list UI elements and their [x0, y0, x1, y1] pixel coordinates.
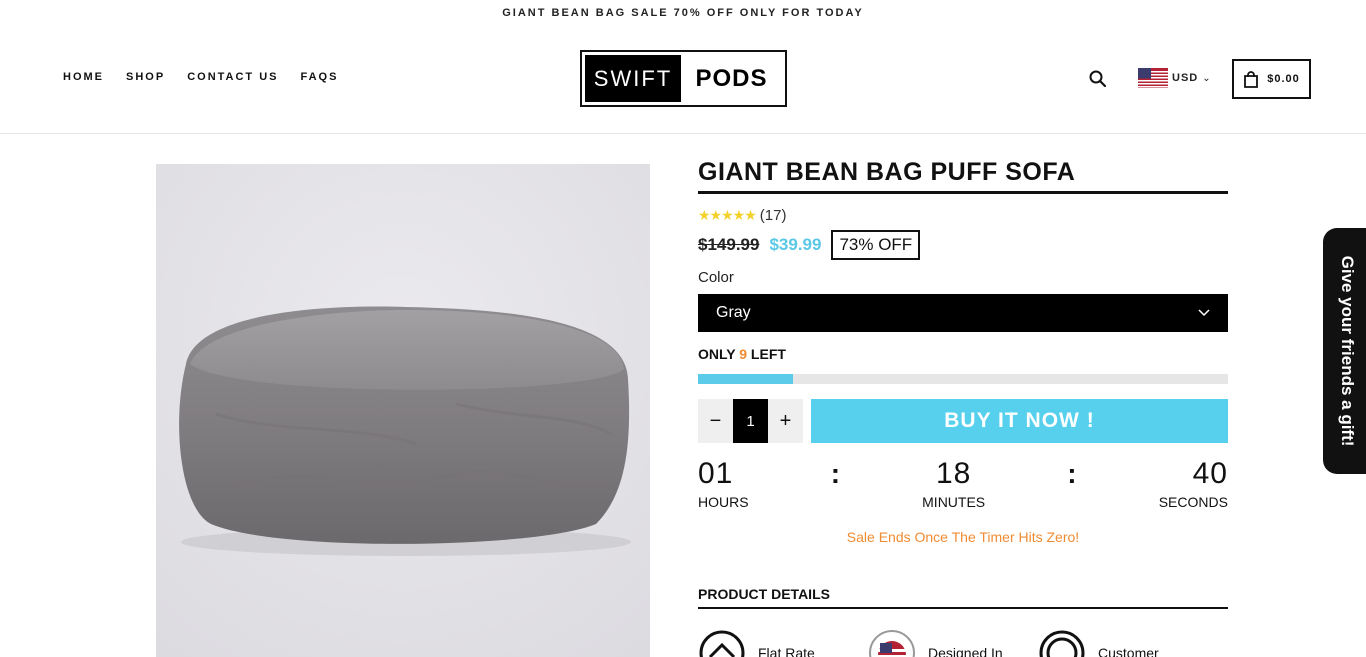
logo-part-pods: PODS — [695, 64, 768, 92]
made-in-usa-badge-icon — [869, 630, 915, 657]
timer-separator: : — [1067, 458, 1077, 489]
sale-note: Sale Ends Once The Timer Hits Zero! — [846, 529, 1080, 545]
timer-hours-value: 01 — [698, 457, 734, 490]
sale-price: $39.99 — [769, 235, 822, 254]
product-title: GIANT BEAN BAG PUFF SOFA — [698, 156, 1228, 194]
nav-contact[interactable]: CONTACT US — [187, 71, 278, 83]
customer-support-icon — [1039, 630, 1085, 657]
countdown-timer: 01 HOURS : 18 MINUTES : 40 SECONDS — [698, 457, 1228, 517]
timer-hours: 01 HOURS — [698, 457, 749, 510]
timer-minutes: 18 MINUTES — [922, 457, 985, 510]
color-select[interactable]: Gray — [698, 294, 1228, 332]
search-icon[interactable] — [1088, 69, 1108, 89]
currency-selector[interactable]: USD ⌄ — [1138, 68, 1211, 88]
logo-part-swift: SWIFT — [585, 55, 681, 102]
product-details-heading: PRODUCT DETAILS — [698, 586, 1228, 609]
cart-total: $0.00 — [1267, 73, 1300, 85]
chevron-down-icon: ⌄ — [1202, 72, 1211, 84]
quantity-increase-button[interactable]: + — [768, 399, 803, 443]
stock-progress-fill — [698, 374, 794, 384]
site-header: HOME SHOP CONTACT US FAQS SWIFT PODS USD… — [0, 26, 1366, 134]
feature-label: Designed In — [928, 645, 1003, 657]
feature-item: Customer — [1038, 629, 1208, 657]
quantity-decrease-button[interactable]: − — [698, 399, 733, 443]
original-price: $149.99 — [698, 235, 760, 254]
timer-seconds-label: SECONDS — [1158, 494, 1228, 510]
timer-minutes-value: 18 — [935, 457, 972, 490]
timer-separator: : — [830, 458, 841, 489]
product-image[interactable] — [156, 164, 650, 657]
announcement-bar: GIANT BEAN BAG SALE 70% OFF ONLY FOR TOD… — [502, 7, 864, 19]
product-rating[interactable]: ★★★★★ (17) — [698, 205, 1228, 225]
color-label: Color — [698, 269, 734, 286]
quantity-value[interactable]: 1 — [733, 399, 768, 443]
stock-suffix: LEFT — [747, 346, 786, 362]
stock-progress-bar — [698, 374, 1228, 384]
feature-label: Customer — [1098, 645, 1159, 657]
color-select-value: Gray — [716, 304, 751, 321]
timer-seconds: 40 SECONDS — [1159, 457, 1228, 510]
price-row: $149.99 $39.99 73% OFF — [698, 228, 1228, 262]
us-flag-icon — [1138, 68, 1168, 88]
shipping-rate-icon — [699, 630, 745, 657]
feature-item: Designed In — [868, 629, 1038, 657]
star-rating-icon: ★★★★★ — [698, 206, 757, 223]
product-info: GIANT BEAN BAG PUFF SOFA ★★★★★ (17) $149… — [698, 156, 1228, 657]
stock-prefix: ONLY — [698, 346, 740, 362]
bean-bag-illustration — [156, 164, 650, 657]
gift-tab-button[interactable]: Give your friends a gift! — [1323, 228, 1366, 474]
buy-now-button[interactable]: BUY IT NOW ! — [811, 399, 1228, 443]
nav-faqs[interactable]: FAQS — [300, 71, 338, 83]
shopping-bag-icon — [1244, 70, 1259, 88]
purchase-row: − 1 + BUY IT NOW ! — [698, 399, 1228, 443]
nav-home[interactable]: HOME — [63, 71, 104, 83]
timer-minutes-label: MINUTES — [922, 494, 986, 510]
cart-button[interactable]: $0.00 — [1232, 59, 1311, 99]
nav-shop[interactable]: SHOP — [126, 71, 165, 83]
stock-indicator: ONLY 9 LEFT — [698, 346, 1228, 364]
currency-code: USD — [1172, 72, 1199, 84]
feature-list: Flat Rate Designed In Customer — [698, 629, 1228, 657]
quantity-stepper: − 1 + — [698, 399, 803, 443]
gift-tab-label: Give your friends a gift! — [1338, 255, 1357, 447]
feature-label: Flat Rate — [758, 645, 815, 657]
review-count: (17) — [759, 206, 787, 224]
site-logo[interactable]: SWIFT PODS — [580, 50, 787, 107]
stock-count: 9 — [739, 346, 748, 362]
feature-item: Flat Rate — [698, 629, 868, 657]
main-nav: HOME SHOP CONTACT US FAQS — [63, 71, 338, 83]
timer-seconds-value: 40 — [1192, 457, 1228, 490]
timer-hours-label: HOURS — [698, 494, 749, 510]
chevron-down-icon — [1198, 309, 1210, 317]
discount-badge: 73% OFF — [831, 230, 921, 260]
